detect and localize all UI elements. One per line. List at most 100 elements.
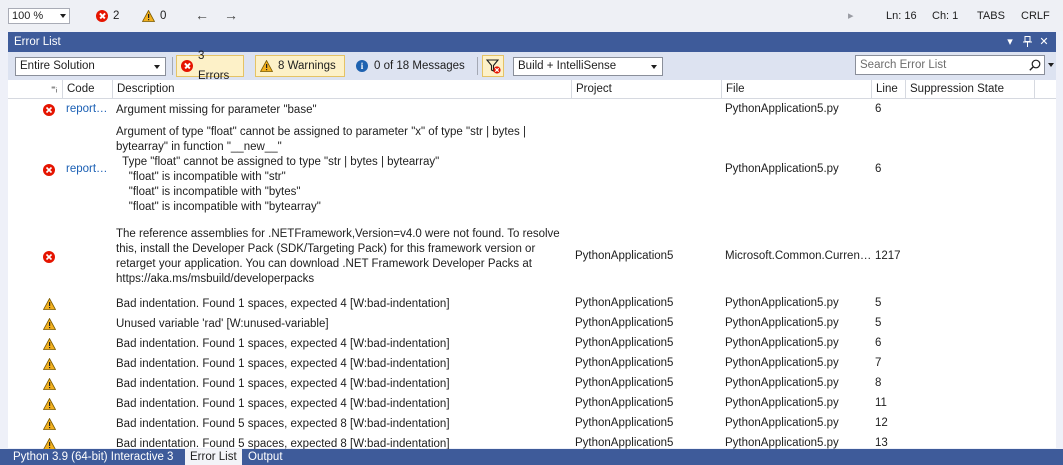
info-icon: i: [356, 60, 368, 72]
error-file: PythonApplication5.py: [725, 357, 839, 369]
error-file: PythonApplication5.py: [725, 297, 839, 309]
column-header-project[interactable]: Project: [571, 80, 722, 99]
error-count-indicator[interactable]: 2: [96, 9, 119, 23]
error-description: Bad indentation. Found 1 spaces, expecte…: [116, 298, 450, 310]
column-header-line[interactable]: Line: [871, 80, 906, 99]
warning-count-indicator[interactable]: 0: [142, 9, 166, 23]
error-list-grid: ⁼ᵢ Code Description Project File Line Su…: [8, 80, 1056, 450]
error-project: PythonApplication5: [575, 377, 674, 389]
error-line: 6: [875, 337, 882, 349]
error-project: PythonApplication5: [575, 297, 674, 309]
navigate-forward-icon[interactable]: →: [224, 7, 238, 23]
search-icon: [1029, 59, 1041, 71]
warnings-filter-label: 8 Warnings: [278, 60, 336, 72]
error-line: 5: [875, 317, 882, 329]
scope-dropdown[interactable]: Entire Solution: [15, 57, 166, 76]
warning-icon: [42, 317, 57, 333]
warning-icon: [42, 417, 57, 433]
column-header-suppression-state[interactable]: Suppression State: [905, 80, 1035, 99]
warning-icon: [260, 60, 273, 72]
window-title: Error List: [14, 36, 61, 48]
tab-output[interactable]: Output: [243, 449, 288, 465]
line-ending[interactable]: CRLF: [1021, 9, 1050, 23]
messages-filter-button[interactable]: i 0 of 18 Messages: [352, 55, 465, 77]
toolbar-separator: [172, 57, 173, 75]
warning-count: 0: [160, 10, 167, 22]
errors-filter-button[interactable]: 3 Errors: [176, 50, 244, 82]
error-line: 6: [875, 103, 882, 115]
error-project: PythonApplication5: [575, 250, 674, 262]
search-error-list-input[interactable]: Search Error List: [855, 55, 1045, 75]
table-row[interactable]: reportGeneralTypeIssuesArgument missing …: [8, 100, 1056, 120]
warning-icon: [142, 10, 155, 22]
indent-mode[interactable]: TABS: [977, 9, 1005, 23]
scope-value: Entire Solution: [20, 60, 95, 72]
error-line: 8: [875, 377, 882, 389]
close-icon[interactable]: ✕: [1037, 32, 1051, 52]
tab-python-interactive[interactable]: Python 3.9 (64-bit) Interactive 3: [8, 449, 178, 465]
error-file: PythonApplication5.py: [725, 103, 839, 115]
error-code-link[interactable]: reportGeneralTypeIssues: [66, 162, 114, 177]
build-source-dropdown[interactable]: Build + IntelliSense: [513, 57, 663, 76]
line-indicator: Ln: 16: [886, 10, 917, 22]
table-row[interactable]: reportGeneralTypeIssuesArgument of type …: [8, 120, 1056, 219]
table-row[interactable]: Bad indentation. Found 1 spaces, expecte…: [8, 374, 1056, 394]
error-description: Bad indentation. Found 1 spaces, expecte…: [116, 358, 450, 370]
error-list-toolbar: Entire Solution 3 Errors 8 Warnings i 0 …: [8, 50, 1056, 82]
warning-icon: [42, 377, 57, 393]
error-project: PythonApplication5: [575, 397, 674, 409]
error-project: PythonApplication5: [575, 317, 674, 329]
error-code-link[interactable]: reportGeneralTypeIssues: [66, 102, 114, 117]
error-line: 11: [875, 397, 887, 409]
navigate-back-icon[interactable]: ←: [195, 7, 209, 23]
scroll-right-icon[interactable]: ▸: [848, 9, 854, 23]
search-options-chevron-icon[interactable]: [1048, 63, 1054, 67]
error-icon: [43, 164, 55, 179]
table-row[interactable]: Unused variable 'rad' [W:unused-variable…: [8, 314, 1056, 334]
error-description: The reference assemblies for .NETFramewo…: [116, 228, 560, 285]
error-project: PythonApplication5: [575, 337, 674, 349]
sort-column-icon[interactable]: ⁼ᵢ: [43, 80, 63, 99]
error-file: Microsoft.Common.CurrentVersion.targets: [725, 250, 873, 262]
table-row[interactable]: The reference assemblies for .NETFramewo…: [8, 219, 1056, 294]
error-icon: [43, 104, 55, 119]
table-row[interactable]: Bad indentation. Found 1 spaces, expecte…: [8, 394, 1056, 414]
column-header-file[interactable]: File: [721, 80, 872, 99]
error-line: 12: [875, 417, 888, 429]
error-line: 1217: [875, 250, 901, 262]
error-count: 2: [113, 10, 120, 22]
zoom-value: 100 %: [12, 10, 44, 22]
table-row[interactable]: Bad indentation. Found 1 spaces, expecte…: [8, 354, 1056, 374]
zoom-dropdown[interactable]: 100 %: [8, 8, 70, 24]
grid-header: ⁼ᵢ Code Description Project File Line Su…: [8, 80, 1056, 99]
error-description: Bad indentation. Found 1 spaces, expecte…: [116, 398, 450, 410]
window-position-icon[interactable]: ▾: [1003, 32, 1017, 52]
error-line: 5: [875, 297, 882, 309]
table-row[interactable]: Bad indentation. Found 1 spaces, expecte…: [8, 294, 1056, 314]
tab-error-list[interactable]: Error List: [185, 449, 242, 465]
filter-toggle-button[interactable]: [482, 55, 504, 77]
error-description: Bad indentation. Found 1 spaces, expecte…: [116, 378, 450, 390]
auto-hide-pin-icon[interactable]: [1020, 32, 1034, 54]
error-file: PythonApplication5.py: [725, 337, 839, 349]
chevron-down-icon: [60, 14, 66, 18]
table-row[interactable]: Bad indentation. Found 5 spaces, expecte…: [8, 414, 1056, 434]
table-row[interactable]: Bad indentation. Found 1 spaces, expecte…: [8, 334, 1056, 354]
warning-icon: [42, 357, 57, 373]
column-header-code[interactable]: Code: [62, 80, 113, 99]
messages-filter-label: 0 of 18 Messages: [374, 60, 465, 72]
error-description: Bad indentation. Found 5 spaces, expecte…: [116, 418, 450, 430]
error-description: Argument missing for parameter "base": [116, 104, 317, 116]
column-header-description[interactable]: Description: [112, 80, 571, 99]
chevron-down-icon: [651, 65, 657, 69]
bottom-tab-strip: Python 3.9 (64-bit) Interactive 3 Error …: [0, 449, 1063, 465]
build-source-value: Build + IntelliSense: [518, 60, 617, 72]
error-file: PythonApplication5.py: [725, 397, 839, 409]
warning-icon: [42, 337, 57, 353]
error-line: 6: [875, 163, 882, 175]
error-icon: [181, 60, 193, 72]
warnings-filter-button[interactable]: 8 Warnings: [255, 55, 345, 77]
error-project: PythonApplication5: [575, 417, 674, 429]
error-file: PythonApplication5.py: [725, 317, 839, 329]
editor-status-strip: 100 % 2 0 ← → ▸ Ln: 16 Ch: 1 TABS CRLF: [0, 0, 1063, 31]
